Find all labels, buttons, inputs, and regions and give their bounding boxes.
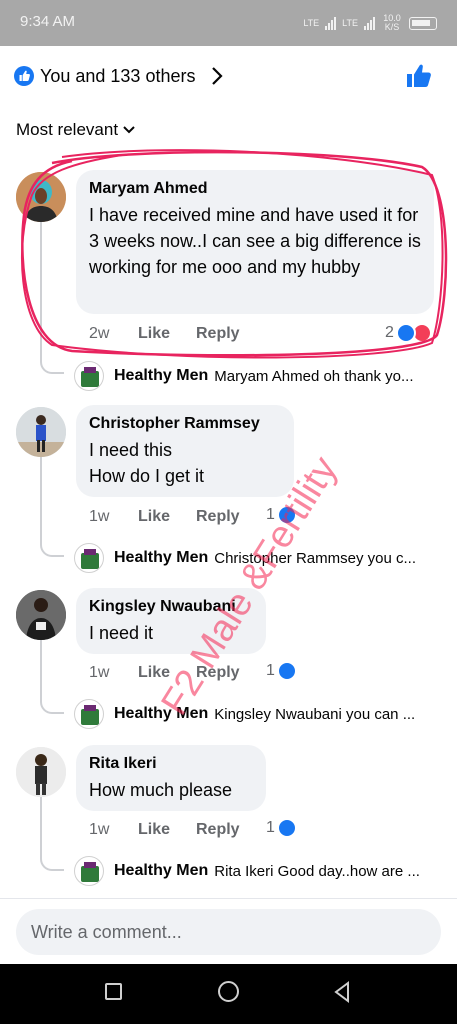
like-button[interactable]: Like bbox=[138, 664, 196, 682]
reaction-count-number: 2 bbox=[385, 324, 394, 341]
like-button-icon[interactable] bbox=[405, 62, 433, 90]
avatar bbox=[74, 699, 104, 729]
avatar bbox=[74, 361, 104, 391]
sort-dropdown[interactable]: Most relevant bbox=[16, 120, 136, 140]
like-reaction-icon bbox=[276, 505, 297, 525]
reply-author: Healthy Men bbox=[114, 862, 209, 879]
thread-connector bbox=[40, 797, 64, 871]
comment-text: I have received mine and have used it fo… bbox=[89, 205, 421, 277]
reply-preview[interactable]: Healthy Men Kingsley Nwaubani you can ..… bbox=[74, 699, 444, 729]
avatar[interactable] bbox=[16, 407, 66, 457]
thread-connector bbox=[40, 640, 64, 714]
comment-text-line: How do I get it bbox=[89, 466, 205, 486]
reactions-count-text: You and 133 others bbox=[40, 66, 196, 86]
reaction-count[interactable]: 1 bbox=[266, 818, 297, 838]
reply-author: Healthy Men bbox=[114, 367, 209, 384]
comment-input-placeholder: Write a comment... bbox=[31, 922, 182, 942]
comment-time: 2w bbox=[89, 325, 110, 342]
reply-text: Maryam Ahmed oh thank yo... bbox=[214, 367, 414, 385]
avatar bbox=[74, 856, 104, 886]
thread-connector bbox=[40, 222, 64, 374]
chevron-right-icon bbox=[210, 64, 224, 94]
comment-time: 1w bbox=[89, 664, 110, 681]
status-icons: LTE LTE 10.0 K/S bbox=[303, 14, 437, 32]
reply-button[interactable]: Reply bbox=[196, 325, 240, 343]
comment-time: 1w bbox=[89, 821, 110, 838]
comment-author[interactable]: Kingsley Nwaubani bbox=[89, 598, 253, 616]
chevron-down-icon bbox=[122, 120, 136, 140]
reactions-summary[interactable]: You and 133 others bbox=[0, 46, 457, 108]
comment-input[interactable]: Write a comment... bbox=[16, 909, 441, 955]
comment-bubble[interactable]: Maryam Ahmed I have received mine and ha… bbox=[76, 170, 434, 314]
recent-apps-icon[interactable] bbox=[105, 983, 122, 1000]
reaction-count[interactable]: 2 bbox=[385, 323, 432, 343]
back-icon[interactable] bbox=[332, 981, 352, 1003]
comment-actions: 1w Like Reply bbox=[89, 821, 240, 839]
comment-text: How much please bbox=[89, 780, 233, 800]
divider bbox=[0, 898, 457, 899]
comment-actions: 1w Like Reply bbox=[89, 664, 240, 682]
reply-preview[interactable]: Healthy Men Christopher Rammsey you c... bbox=[74, 543, 444, 573]
reply-button[interactable]: Reply bbox=[196, 664, 240, 682]
like-button[interactable]: Like bbox=[138, 325, 196, 343]
data-speed: 10.0 K/S bbox=[383, 13, 401, 32]
like-button[interactable]: Like bbox=[138, 508, 196, 526]
navigation-bar bbox=[0, 964, 457, 1024]
comment-actions: 2w Like Reply bbox=[89, 325, 240, 343]
thread-connector bbox=[40, 457, 64, 557]
signal-icon bbox=[325, 16, 337, 30]
comment-actions: 1w Like Reply bbox=[89, 508, 240, 526]
comment-bubble[interactable]: Christopher Rammsey I need this How do I… bbox=[76, 405, 294, 497]
reply-text: Kingsley Nwaubani you can ... bbox=[214, 705, 416, 723]
comment-author[interactable]: Christopher Rammsey bbox=[89, 415, 281, 433]
reaction-count[interactable]: 1 bbox=[266, 505, 297, 525]
network-label-1: LTE bbox=[303, 18, 320, 28]
like-reaction-icon bbox=[395, 323, 416, 343]
reply-text: Rita Ikeri Good day..how are ... bbox=[214, 862, 420, 880]
like-reaction-icon bbox=[276, 818, 297, 838]
like-reaction-icon bbox=[14, 66, 34, 86]
comment-text-line: I need this bbox=[89, 440, 173, 460]
like-reaction-icon bbox=[276, 661, 297, 681]
comment-time: 1w bbox=[89, 508, 110, 525]
reply-author: Healthy Men bbox=[114, 549, 209, 566]
reply-author: Healthy Men bbox=[114, 705, 209, 722]
comment-bubble[interactable]: Rita Ikeri How much please bbox=[76, 745, 266, 811]
avatar[interactable] bbox=[16, 590, 66, 640]
reply-text: Christopher Rammsey you c... bbox=[214, 549, 416, 567]
reply-preview[interactable]: Healthy Men Maryam Ahmed oh thank yo... bbox=[74, 361, 444, 391]
comment-item: Maryam Ahmed I have received mine and ha… bbox=[0, 170, 457, 390]
reaction-count[interactable]: 1 bbox=[266, 661, 297, 681]
reaction-count-number: 1 bbox=[266, 662, 275, 679]
signal-icon-2 bbox=[364, 16, 375, 30]
reply-button[interactable]: Reply bbox=[196, 508, 240, 526]
reply-preview[interactable]: Healthy Men Rita Ikeri Good day..how are… bbox=[74, 856, 444, 886]
status-bar: 9:34 AM LTE LTE 10.0 K/S bbox=[0, 0, 457, 46]
comment-text: I need it bbox=[89, 623, 154, 643]
reaction-count-number: 1 bbox=[266, 819, 275, 836]
avatar bbox=[74, 543, 104, 573]
avatar[interactable] bbox=[16, 172, 66, 222]
comment-item: Christopher Rammsey I need this How do I… bbox=[0, 405, 457, 565]
home-icon[interactable] bbox=[218, 981, 239, 1002]
status-time: 9:34 AM bbox=[20, 13, 76, 30]
sort-label: Most relevant bbox=[16, 120, 119, 139]
reply-button[interactable]: Reply bbox=[196, 821, 240, 839]
comment-author[interactable]: Maryam Ahmed bbox=[89, 180, 421, 198]
comment-author[interactable]: Rita Ikeri bbox=[89, 755, 253, 773]
comment-bubble[interactable]: Kingsley Nwaubani I need it bbox=[76, 588, 266, 654]
avatar[interactable] bbox=[16, 747, 66, 797]
like-button[interactable]: Like bbox=[138, 821, 196, 839]
battery-icon bbox=[409, 16, 437, 30]
network-label-2: LTE bbox=[342, 18, 358, 28]
reaction-count-number: 1 bbox=[266, 506, 275, 523]
